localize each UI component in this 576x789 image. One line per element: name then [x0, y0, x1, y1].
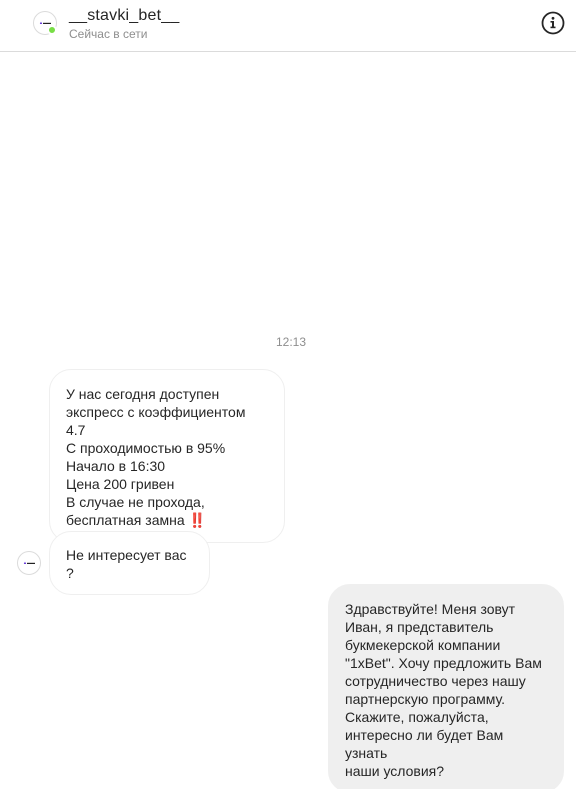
brand-logo-icon: ▲▬▬	[23, 560, 35, 565]
online-status-text: Сейчас в сети	[69, 27, 148, 41]
info-button[interactable]	[541, 11, 565, 35]
online-status-dot	[47, 25, 57, 35]
chat-username[interactable]: __stavki_bet__	[69, 7, 179, 25]
incoming-message-bubble[interactable]: У нас сегодня доступен экспресс с коэффи…	[49, 369, 285, 543]
sender-avatar[interactable]: ▲▬▬	[17, 551, 41, 575]
outgoing-message-bubble[interactable]: Здравствуйте! Меня зовут Иван, я предста…	[328, 584, 564, 789]
message-text: Не интересует вас ?	[66, 547, 187, 581]
info-icon	[541, 11, 565, 35]
message-text: У нас сегодня доступен экспресс с коэффи…	[66, 386, 246, 528]
message-timestamp: 12:13	[275, 335, 307, 349]
chat-header: ▲▬▬ __stavki_bet__ Сейчас в сети	[0, 0, 576, 52]
message-text: Здравствуйте! Меня зовут Иван, я предста…	[345, 601, 542, 779]
double-exclamation-emoji: ‼️	[188, 512, 206, 528]
incoming-message-bubble[interactable]: Не интересует вас ?	[49, 531, 210, 595]
